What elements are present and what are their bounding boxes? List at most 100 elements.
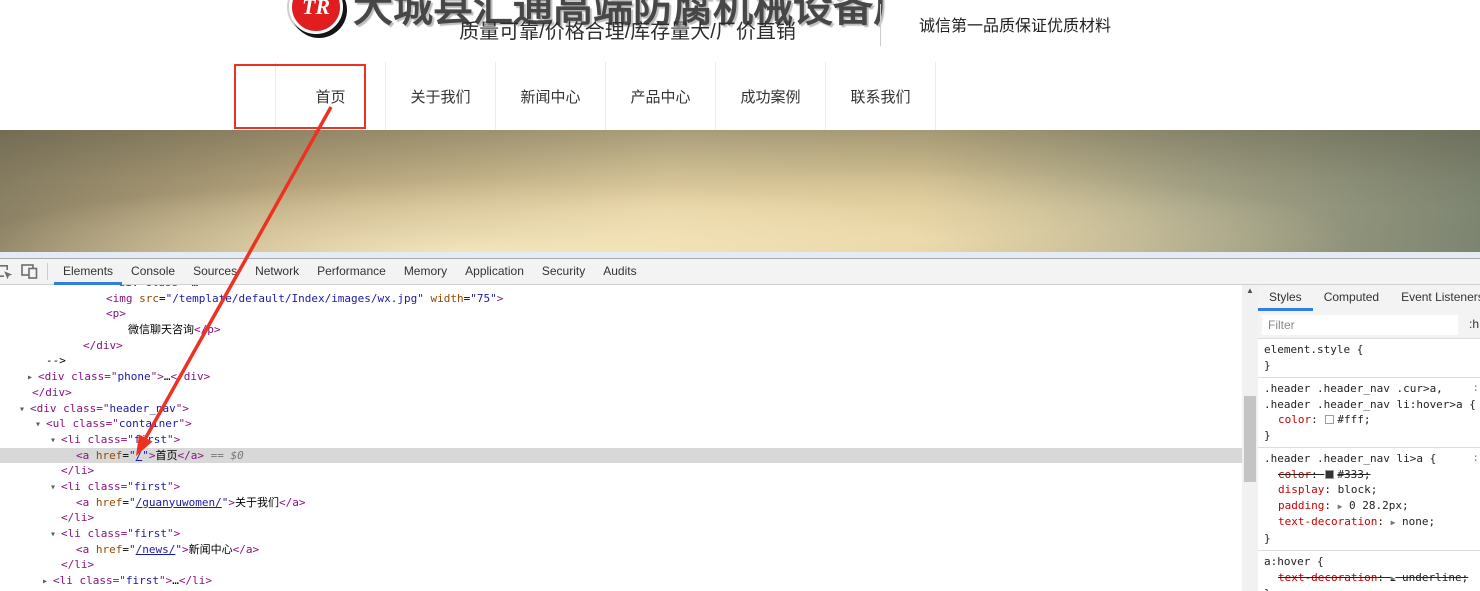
selected-dom-node-row[interactable]: <a href="/">首页</a> == $0 [0, 448, 1242, 464]
style-token: display [1278, 483, 1324, 496]
site-tagline: 质量可靠/价格合理/库存量大/厂价直销 [440, 15, 815, 44]
styles-filter-input[interactable] [1262, 315, 1458, 335]
style-rule-line[interactable]: .header .header_nav li:hover>a { [1258, 397, 1480, 413]
code-token: " [129, 496, 136, 509]
dom-node-row[interactable]: ▸<div class="phone">…</div> [0, 369, 1242, 385]
device-toolbar-icon[interactable] [17, 260, 41, 284]
nav-item-6[interactable]: 联系我们 [826, 62, 936, 130]
style-token: } [1264, 587, 1271, 591]
sidebar-tab-computed[interactable]: Computed [1313, 285, 1390, 310]
scrollbar-thumb[interactable] [1244, 396, 1256, 482]
style-declaration[interactable]: color: #fff; [1258, 412, 1480, 428]
style-rule-line[interactable]: element.style { [1258, 342, 1480, 358]
expand-arrow-closed-icon[interactable]: ▸ [27, 370, 33, 385]
sidebar-tab-event-listeners[interactable]: Event Listeners [1390, 285, 1480, 310]
dom-node-row[interactable]: ▾<ul class="container"> [0, 416, 1242, 432]
style-rule-line[interactable]: .header .header_nav li>a { [1258, 451, 1480, 467]
style-declaration[interactable]: padding: ▶ 0 28.2px; [1258, 498, 1480, 515]
style-rule-line[interactable]: } [1258, 531, 1480, 547]
code-token: first [134, 527, 167, 540]
dom-node-row[interactable]: ▾<div class="header_nav"> [0, 401, 1242, 417]
code-token: "> [198, 285, 211, 289]
style-rule-line[interactable]: } [1258, 428, 1480, 444]
dom-node-row[interactable]: ▾<li class="first"> [0, 526, 1242, 542]
style-rule-source-link-fragment[interactable]: : [1472, 381, 1479, 394]
code-token: > [497, 292, 504, 305]
style-rule-line[interactable]: } [1258, 358, 1480, 374]
code-token: </a> [178, 449, 205, 462]
dom-node-row[interactable]: --> [0, 353, 1242, 369]
style-rule-source-link-fragment[interactable]: : [1472, 451, 1479, 464]
inspect-element-icon[interactable] [0, 260, 15, 284]
devtools-tab-memory[interactable]: Memory [395, 259, 456, 284]
attribute-value-link[interactable]: /news/ [136, 543, 176, 556]
expand-arrow-closed-icon[interactable]: ▸ [42, 574, 48, 589]
code-token: "> [167, 433, 180, 446]
expand-arrow-open-icon[interactable]: ▾ [19, 402, 25, 417]
dom-node-row[interactable]: </li> [0, 463, 1242, 479]
dom-node-row[interactable]: </li> [0, 510, 1242, 526]
devtools-tab-sources[interactable]: Sources [184, 259, 246, 284]
code-token: = [122, 496, 129, 509]
style-rule-line[interactable]: } [1258, 586, 1480, 591]
nav-item-5[interactable]: 成功案例 [716, 62, 826, 130]
site-logo[interactable]: TR [289, 0, 343, 34]
code-token: </a> [233, 543, 260, 556]
style-declaration[interactable]: text-decoration: ▶ none; [1258, 514, 1480, 531]
expand-arrow-open-icon[interactable]: ▾ [35, 417, 41, 432]
code-token: first [126, 574, 159, 587]
code-token: "> [159, 574, 172, 587]
dom-node-row[interactable]: ▾<li class="first"> [0, 479, 1242, 495]
color-swatch[interactable] [1325, 470, 1334, 479]
styles-filter-row: :h [1258, 311, 1480, 339]
devtools-tab-network[interactable]: Network [246, 259, 308, 284]
style-rule-line[interactable]: .header .header_nav .cur>a, [1258, 381, 1480, 397]
dom-node-row[interactable]: </li> [0, 557, 1242, 573]
style-token: #fff; [1337, 413, 1370, 426]
devtools-tab-security[interactable]: Security [533, 259, 594, 284]
devtools-tab-elements[interactable]: Elements [54, 259, 122, 284]
nav-item-3[interactable]: 新闻中心 [496, 62, 606, 130]
code-token: </li> [61, 464, 94, 477]
dom-node-row[interactable]: <img src="/template/default/Index/images… [0, 291, 1242, 307]
style-token: : [1377, 515, 1390, 528]
style-declaration[interactable]: display: block; [1258, 482, 1480, 498]
style-declaration[interactable]: text-decoration: ▶ underline; [1258, 570, 1480, 587]
expand-arrow-open-icon[interactable]: ▾ [50, 480, 56, 495]
color-swatch[interactable] [1325, 415, 1334, 424]
logo-text: TR [302, 0, 330, 20]
devtools-tab-console[interactable]: Console [122, 259, 184, 284]
nav-item-4[interactable]: 产品中心 [606, 62, 716, 130]
attribute-value-link[interactable]: /guanyuwomen/ [136, 496, 222, 509]
dom-node-row[interactable]: ▾<li class="first"> [0, 432, 1242, 448]
style-rule-line[interactable]: a:hover { [1258, 554, 1480, 570]
code-token: = [159, 292, 166, 305]
nav-item-1[interactable]: 首页 [276, 62, 386, 130]
elements-scrollbar[interactable]: ▲ [1242, 285, 1258, 591]
code-token: "> [151, 370, 164, 383]
code-token: 首页 [156, 449, 178, 462]
dom-node-row[interactable]: </div> [0, 338, 1242, 354]
code-token: 新闻中心 [189, 543, 233, 556]
pseudo-state-toggle[interactable]: :h [1469, 317, 1479, 331]
style-rule: a:hover {text-decoration: ▶ underline;} [1258, 551, 1480, 591]
dom-node-row[interactable]: <a href="/news/">新闻中心</a> [0, 542, 1242, 558]
dom-node-row[interactable]: ▸<li class="first">…</li> [0, 573, 1242, 589]
dom-node-row[interactable]: <a href="/guanyuwomen/">关于我们</a> [0, 495, 1242, 511]
code-token: </a> [279, 496, 306, 509]
expand-arrow-open-icon[interactable]: ▾ [50, 527, 56, 542]
devtools-tab-application[interactable]: Application [456, 259, 533, 284]
devtools-tab-performance[interactable]: Performance [308, 259, 395, 284]
devtools-tab-audits[interactable]: Audits [594, 259, 645, 284]
dom-node-row[interactable]: </div> [0, 385, 1242, 401]
style-token: none; [1395, 515, 1435, 528]
code-token: "/template/default/Index/images/wx.jpg" [166, 292, 424, 305]
nav-item-2[interactable]: 关于我们 [386, 62, 496, 130]
sidebar-tab-styles[interactable]: Styles [1258, 285, 1313, 310]
scrollbar-up-icon[interactable]: ▲ [1242, 286, 1258, 295]
dom-node-row[interactable]: 微信聊天咨询</p> [0, 322, 1242, 338]
dom-node-row[interactable]: <p> [0, 306, 1242, 322]
style-declaration[interactable]: color: #333; [1258, 467, 1480, 483]
code-token: </li> [61, 511, 94, 524]
expand-arrow-open-icon[interactable]: ▾ [50, 433, 56, 448]
